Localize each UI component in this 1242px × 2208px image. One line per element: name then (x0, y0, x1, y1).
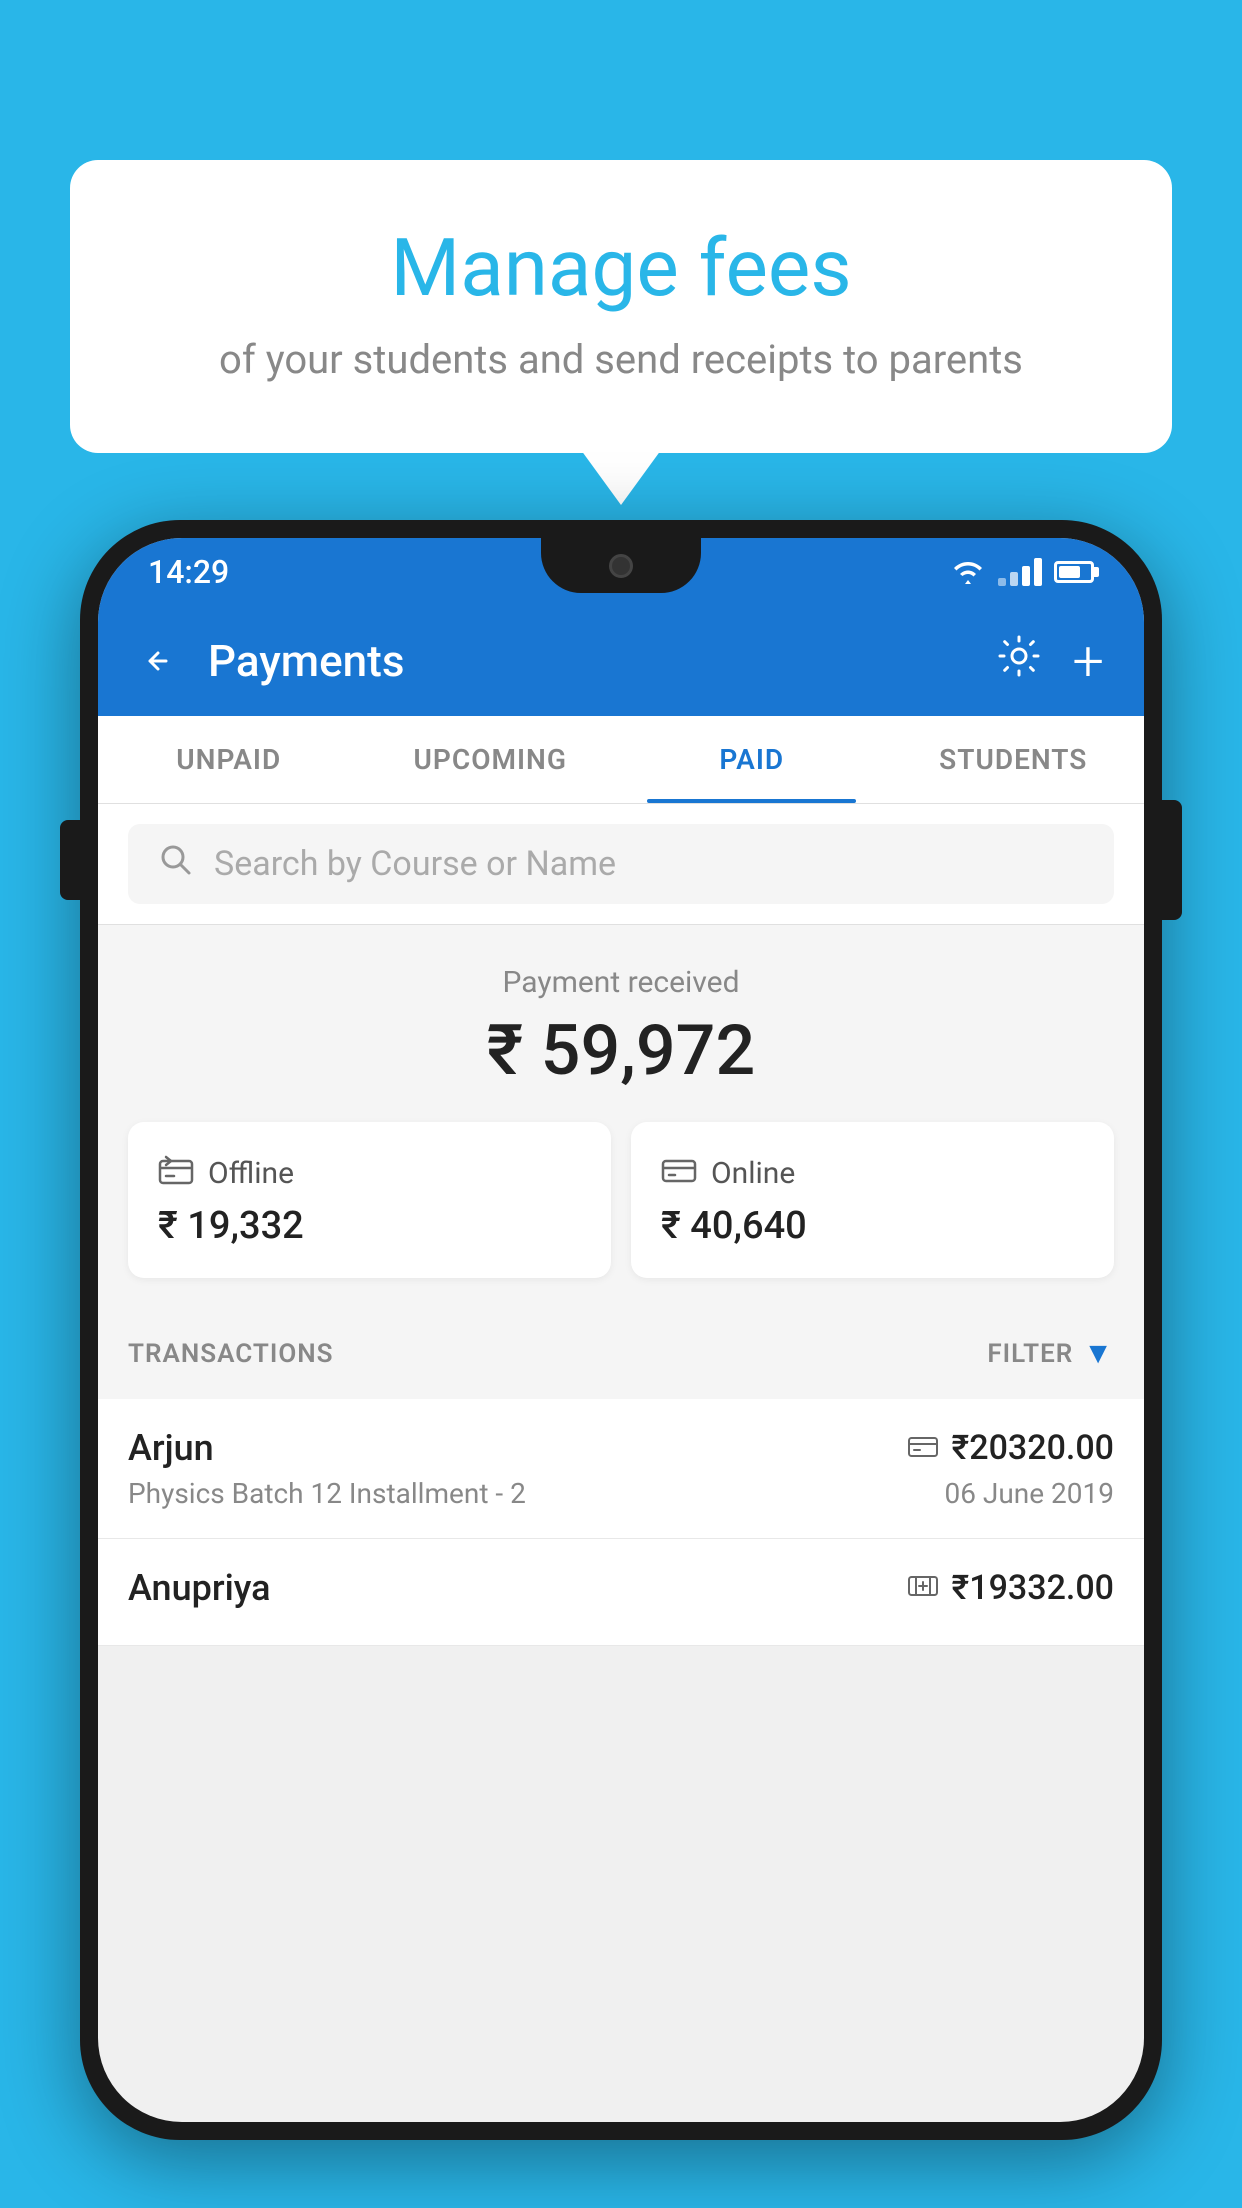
payment-cards: Offline ₹ 19,332 (128, 1122, 1114, 1278)
transaction-row-arjun[interactable]: Arjun ₹20320.00 (98, 1399, 1144, 1539)
speech-bubble-title: Manage fees (150, 220, 1092, 316)
settings-button[interactable] (996, 633, 1042, 690)
online-card: Online ₹ 40,640 (631, 1122, 1114, 1278)
transaction-amount-arjun: ₹20320.00 (952, 1428, 1114, 1468)
back-button[interactable] (138, 641, 178, 681)
search-placeholder: Search by Course or Name (214, 844, 616, 884)
payment-amount: ₹ 59,972 (128, 1010, 1114, 1092)
phone-screen: 14:29 (98, 538, 1144, 2122)
offline-amount: ₹ 19,332 (158, 1204, 581, 1248)
transaction-amount-anupriya: ₹19332.00 (952, 1568, 1114, 1608)
payment-summary: Payment received ₹ 59,972 (98, 925, 1144, 1308)
transaction-row-anupriya[interactable]: Anupriya ₹1933 (98, 1539, 1144, 1646)
transaction-type-icon-anupriya (908, 1572, 938, 1605)
app-bar: Payments + (98, 606, 1144, 716)
transaction-amount-anupriya-row: ₹19332.00 (908, 1568, 1114, 1608)
payment-label: Payment received (128, 965, 1114, 1000)
transaction-amount-arjun-row: ₹20320.00 (908, 1428, 1114, 1468)
transaction-course-arjun: Physics Batch 12 Installment - 2 (128, 1477, 526, 1510)
search-icon (158, 842, 194, 887)
online-type: Online (711, 1156, 795, 1191)
tabs-bar: UNPAID UPCOMING PAID STUDENTS (98, 716, 1144, 804)
offline-type: Offline (208, 1156, 294, 1191)
app-bar-title: Payments (208, 635, 966, 687)
filter-icon: ▼ (1083, 1336, 1114, 1371)
wifi-icon (950, 558, 986, 586)
search-box[interactable]: Search by Course or Name (128, 824, 1114, 904)
search-container: Search by Course or Name (98, 804, 1144, 925)
status-icons (950, 558, 1094, 586)
tab-students[interactable]: STUDENTS (883, 716, 1145, 803)
speech-bubble-subtitle: of your students and send receipts to pa… (150, 336, 1092, 383)
tab-unpaid[interactable]: UNPAID (98, 716, 360, 803)
online-icon (661, 1152, 697, 1194)
filter-button[interactable]: FILTER ▼ (987, 1336, 1114, 1371)
transaction-date-arjun: 06 June 2019 (944, 1477, 1114, 1510)
status-bar: 14:29 (98, 538, 1144, 606)
add-button[interactable]: + (1072, 628, 1104, 694)
speech-bubble: Manage fees of your students and send re… (70, 160, 1172, 453)
speech-bubble-container: Manage fees of your students and send re… (70, 160, 1172, 453)
phone-notch (541, 538, 701, 593)
phone-container: 14:29 (80, 520, 1162, 2208)
transactions-header: TRANSACTIONS FILTER ▼ (98, 1308, 1144, 1399)
transaction-name-arjun: Arjun (128, 1427, 214, 1469)
battery-icon (1054, 561, 1094, 583)
transaction-name-anupriya: Anupriya (128, 1567, 271, 1609)
phone-frame: 14:29 (80, 520, 1162, 2140)
offline-card: Offline ₹ 19,332 (128, 1122, 611, 1278)
status-time: 14:29 (148, 553, 229, 591)
signal-icon (998, 558, 1042, 586)
transaction-type-icon-arjun (908, 1432, 938, 1465)
filter-label: FILTER (987, 1339, 1073, 1369)
tab-upcoming[interactable]: UPCOMING (360, 716, 622, 803)
online-amount: ₹ 40,640 (661, 1204, 1084, 1248)
transactions-label: TRANSACTIONS (128, 1339, 334, 1369)
tab-paid[interactable]: PAID (621, 716, 883, 803)
offline-icon (158, 1152, 194, 1194)
camera (609, 554, 633, 578)
